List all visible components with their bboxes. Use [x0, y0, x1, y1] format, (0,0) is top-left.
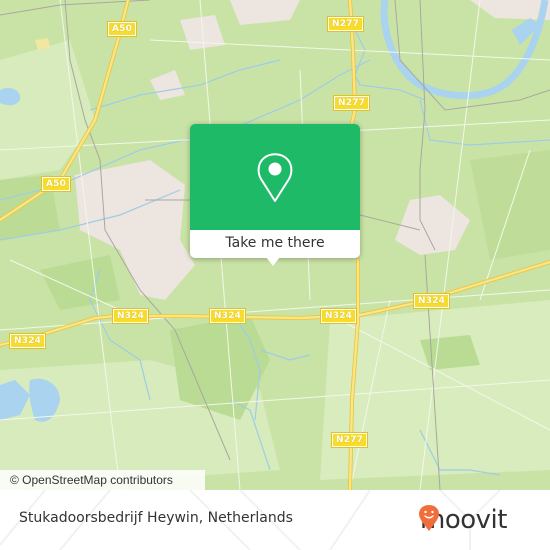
road-shield-a50: A50	[40, 176, 72, 192]
road-shield-a50: A50	[106, 21, 138, 37]
popup-header	[190, 124, 360, 230]
road-shield-n277: N277	[330, 432, 369, 448]
place-name: Stukadoorsbedrijf Heywin, Netherlands	[19, 510, 293, 526]
road-shield-n324: N324	[8, 333, 47, 349]
road-shield-n277: N277	[326, 16, 365, 32]
take-me-there-button[interactable]: Take me there	[190, 230, 360, 258]
moovit-logo[interactable]: moovit	[418, 504, 507, 536]
popup-pointer	[266, 257, 280, 266]
location-popup: Take me there	[190, 124, 360, 266]
road-shield-n324: N324	[412, 293, 451, 309]
road-shield-n324: N324	[319, 308, 358, 324]
road-shield-n324: N324	[208, 308, 247, 324]
map-view[interactable]: A50 A50 N277 N277 N277 N324 N324 N324 N3…	[0, 0, 550, 490]
footer-bar: Stukadoorsbedrijf Heywin, Netherlands mo…	[0, 490, 550, 550]
road-shield-n324: N324	[111, 308, 150, 324]
map-attribution[interactable]: © OpenStreetMap contributors	[0, 470, 205, 490]
road-shield-n277: N277	[332, 95, 371, 111]
moovit-pin-icon	[419, 505, 439, 531]
location-pin-icon	[257, 153, 293, 202]
